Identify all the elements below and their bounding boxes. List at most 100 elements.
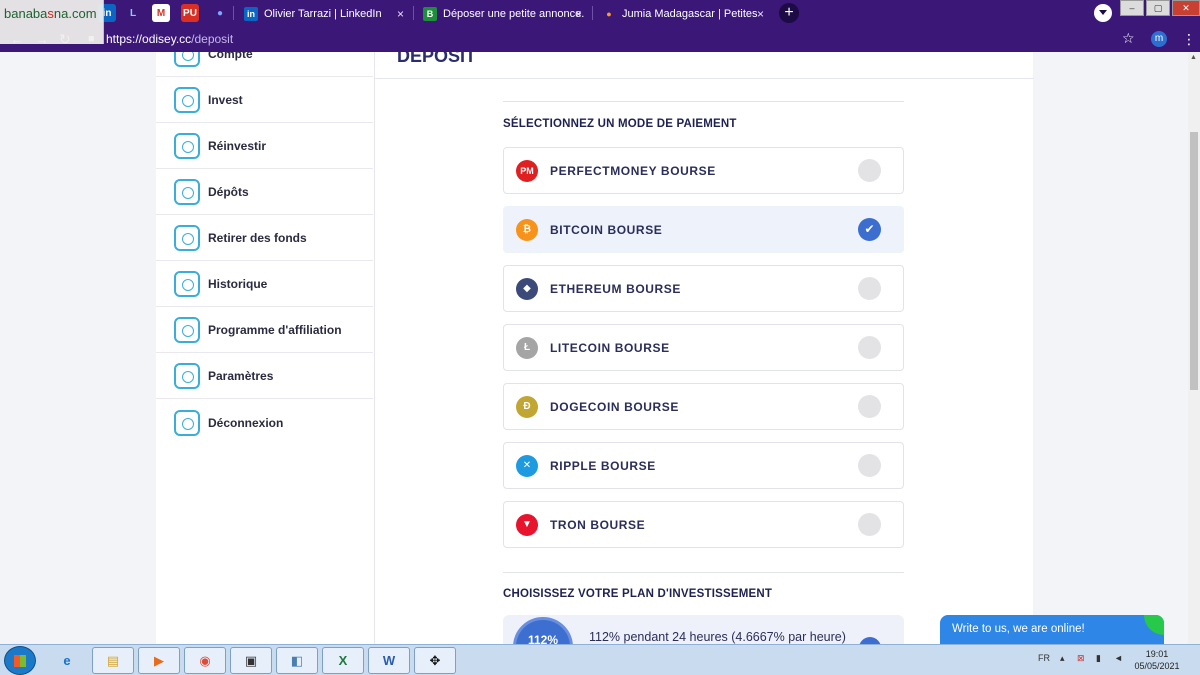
sidebar-item-historique[interactable]: Historique — [156, 262, 373, 307]
plan-section-title: CHOISISSEZ VOTRE PLAN D'INVESTISSEMENT — [503, 588, 773, 600]
app-icon[interactable]: ◧ — [276, 647, 318, 674]
sidebar-item-affiliation[interactable]: Programme d'affiliation — [156, 308, 373, 353]
profile-avatar[interactable]: m — [1151, 31, 1167, 47]
word-icon[interactable]: W — [368, 647, 410, 674]
ethereum-icon: ◆ — [516, 277, 538, 300]
payment-option-ethereum[interactable]: ◆ ETHEREUM BOURSE — [503, 265, 904, 312]
pinned-tab-gmail[interactable]: M — [152, 4, 170, 22]
url-path: /deposit — [191, 32, 234, 46]
tab-linkedin[interactable]: in Olivier Tarrazi | LinkedIn × — [236, 1, 412, 26]
maximize-button[interactable]: ▢ — [1146, 0, 1170, 16]
deposits-icon — [174, 179, 200, 205]
payment-option-label: BITCOIN BOURSE — [550, 222, 663, 237]
address-bar: ← → ↻ ■ https://odisey.cc/deposit ☆ m ⋮ — [0, 26, 1200, 52]
radio-button[interactable] — [858, 454, 881, 477]
payment-option-label: LITECOIN BOURSE — [550, 340, 670, 355]
sidebar-item-retirer[interactable]: Retirer des fonds — [156, 216, 373, 261]
close-tab-icon[interactable]: × — [757, 7, 764, 21]
network-icon[interactable]: ⊠ — [1077, 653, 1085, 664]
logo-text-c: na.com — [53, 6, 97, 21]
payment-option-tron[interactable]: ▼ TRON BOURSE — [503, 501, 904, 548]
minimize-button[interactable]: – — [1120, 0, 1144, 16]
url-field[interactable]: https://odisey.cc/deposit — [106, 32, 233, 46]
bookmark-star-icon[interactable]: ☆ — [1122, 30, 1135, 47]
excel-icon[interactable]: X — [322, 647, 364, 674]
volume-icon[interactable]: ◄ — [1114, 653, 1123, 663]
litecoin-icon: Ł — [516, 336, 538, 359]
deposit-panel: DEPOSIT SÉLECTIONNEZ UN MODE DE PAIEMENT… — [374, 52, 1034, 644]
sidebar-item-deconnexion[interactable]: Déconnexion — [156, 400, 373, 445]
divider — [503, 101, 904, 102]
radio-button[interactable] — [858, 336, 881, 359]
radio-button[interactable] — [858, 395, 881, 418]
chrome-icon[interactable]: ◉ — [184, 647, 226, 674]
tab-label: Déposer une petite annonce. — [443, 7, 585, 20]
sidebar-item-parametres[interactable]: Paramètres — [156, 354, 373, 399]
radio-button[interactable] — [858, 159, 881, 182]
tab-jumia[interactable]: ● Jumia Madagascar | Petites annon × — [594, 1, 772, 26]
page-title: DEPOSIT — [397, 52, 477, 66]
move-icon[interactable]: ✥ — [414, 647, 456, 674]
scroll-up-icon[interactable]: ▲ — [1190, 54, 1197, 61]
linkedin-icon: in — [244, 6, 258, 21]
battery-icon[interactable]: ▮ — [1096, 653, 1101, 664]
windows-taskbar: e ▤ ▶ ◉ ▣ ◧ X W ✥ FR ▴ ⊠ ▮ ◄ 19:01 05/05… — [0, 644, 1200, 675]
payment-option-ripple[interactable]: ✕ RIPPLE BOURSE — [503, 442, 904, 489]
plan-option[interactable]: 112% 112% pendant 24 heures (4.6667% par… — [503, 615, 904, 644]
pinned-tab-ms[interactable]: L — [124, 4, 142, 22]
pinned-tab-pu[interactable]: PU — [181, 4, 199, 22]
sidebar-item-depots[interactable]: Dépôts — [156, 170, 373, 215]
clock-time: 19:01 — [1145, 649, 1169, 659]
affiliate-icon — [174, 317, 200, 343]
withdraw-icon — [174, 225, 200, 251]
computer-icon[interactable]: ▣ — [230, 647, 272, 674]
plan-radio-button[interactable] — [859, 637, 881, 644]
tab-annonce[interactable]: B Déposer une petite annonce. × — [415, 1, 590, 26]
bitcoin-icon: ₿ — [516, 218, 538, 241]
clock-date: 05/05/2021 — [1134, 661, 1180, 671]
page-scrollbar[interactable]: ▲ — [1188, 52, 1200, 644]
sidebar-item-label: Programme d'affiliation — [208, 323, 342, 337]
scrollbar-thumb[interactable] — [1190, 132, 1198, 390]
divider — [503, 572, 904, 573]
language-indicator[interactable]: FR — [1038, 653, 1050, 663]
payment-option-bitcoin[interactable]: ₿ BITCOIN BOURSE ✔ — [503, 206, 904, 253]
sidebar: Compte Invest Réinvestir Dépôts Retirer … — [156, 52, 374, 644]
sidebar-item-compte[interactable]: Compte — [156, 52, 373, 77]
online-indicator-icon — [1144, 615, 1164, 635]
payment-option-label: DOGECOIN BOURSE — [550, 399, 680, 414]
pinned-tab-chrome[interactable]: ● — [211, 4, 229, 22]
menu-kebab-icon[interactable]: ⋮ — [1182, 31, 1196, 48]
media-player-icon[interactable]: ▶ — [138, 647, 180, 674]
payment-option-perfectmoney[interactable]: PM PERFECTMONEY BOURSE — [503, 147, 904, 194]
chat-widget[interactable]: Write to us, we are online! — [940, 615, 1164, 645]
tab-search-icon[interactable] — [1094, 4, 1112, 22]
panel-header: DEPOSIT — [375, 52, 1034, 79]
close-tab-icon[interactable]: × — [397, 7, 404, 21]
sidebar-item-label: Invest — [208, 93, 243, 107]
chat-widget-label: Write to us, we are online! — [952, 623, 1085, 635]
explorer-icon[interactable]: ▤ — [92, 647, 134, 674]
start-button[interactable] — [4, 646, 36, 675]
payment-option-dogecoin[interactable]: Ð DOGECOIN BOURSE — [503, 383, 904, 430]
settings-icon — [174, 363, 200, 389]
close-tab-icon[interactable]: × — [575, 7, 582, 21]
sidebar-item-reinvestir[interactable]: Réinvestir — [156, 124, 373, 169]
taskbar-clock[interactable]: 19:01 05/05/2021 — [1132, 648, 1182, 672]
radio-button[interactable] — [858, 277, 881, 300]
tron-icon: ▼ — [516, 513, 538, 536]
b-icon: B — [423, 6, 437, 21]
url-host: https://odisey.cc — [106, 32, 192, 46]
page-content: Compte Invest Réinvestir Dépôts Retirer … — [0, 52, 1188, 644]
close-window-button[interactable]: ✕ — [1172, 0, 1200, 16]
tray-arrow-icon[interactable]: ▴ — [1060, 653, 1065, 664]
history-icon — [174, 271, 200, 297]
new-tab-button[interactable]: + — [779, 3, 799, 23]
radio-checked-icon[interactable]: ✔ — [858, 218, 881, 241]
ie-icon[interactable]: e — [46, 647, 88, 674]
tab-label: Olivier Tarrazi | LinkedIn — [264, 7, 382, 20]
payment-option-litecoin[interactable]: Ł LITECOIN BOURSE — [503, 324, 904, 371]
radio-button[interactable] — [858, 513, 881, 536]
dogecoin-icon: Ð — [516, 395, 538, 418]
sidebar-item-invest[interactable]: Invest — [156, 78, 373, 123]
